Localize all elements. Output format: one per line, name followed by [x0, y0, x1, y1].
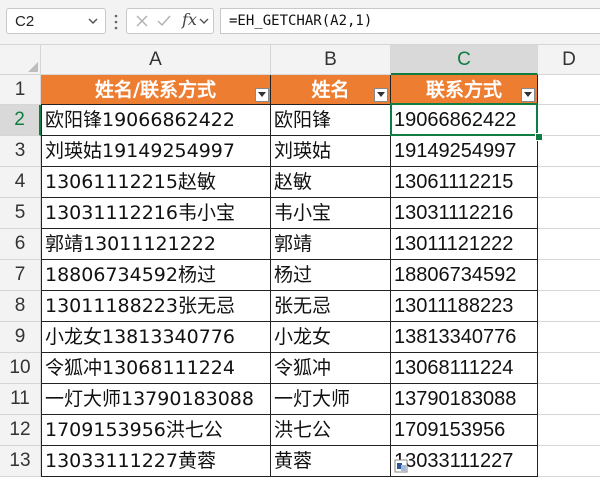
cell-b11[interactable]: 一灯大师 [271, 384, 391, 415]
cell-c2[interactable]: 19066862422 [391, 105, 538, 136]
cell-a3[interactable]: 刘瑛姑19149254997 [41, 136, 271, 167]
column-header-b[interactable]: B [271, 45, 391, 75]
cell-c8[interactable]: 13011188223 [391, 291, 538, 322]
cell-d13[interactable] [538, 446, 600, 477]
cell-d8[interactable] [538, 291, 600, 322]
cell-c10[interactable]: 13068111224 [391, 353, 538, 384]
cell-c9[interactable]: 13813340776 [391, 322, 538, 353]
more-options-icon[interactable] [113, 13, 119, 31]
filter-dropdown-c[interactable] [521, 88, 535, 102]
row-header-2[interactable]: 2 [0, 105, 41, 136]
cell-a11[interactable]: 一灯大师13790183088 [41, 384, 271, 415]
select-all-triangle-icon [28, 62, 38, 72]
header-cell-b1[interactable]: 姓名 [271, 75, 391, 105]
cell-a2[interactable]: 欧阳锋19066862422 [41, 105, 271, 136]
cell-d2[interactable] [538, 105, 600, 136]
cell-b10[interactable]: 令狐冲 [271, 353, 391, 384]
formula-input[interactable]: =EH_GETCHAR(A2,1) [220, 8, 600, 34]
cell-d3[interactable] [538, 136, 600, 167]
header-cell-a1[interactable]: 姓名/联系方式 [41, 75, 271, 105]
filter-arrow-icon [524, 92, 532, 97]
formula-controls: fx [126, 8, 214, 34]
cell-c12[interactable]: 1709153956 [391, 415, 538, 446]
cell-a8[interactable]: 13011188223张无忌 [41, 291, 271, 322]
row-header-13[interactable]: 13 [0, 446, 41, 477]
cell-b8[interactable]: 张无忌 [271, 291, 391, 322]
header-cell-c1[interactable]: 联系方式 [391, 75, 538, 105]
row-header-3[interactable]: 3 [0, 136, 41, 167]
row-header-5[interactable]: 5 [0, 198, 41, 229]
cell-c5[interactable]: 13031112216 [391, 198, 538, 229]
cell-c3[interactable]: 19149254997 [391, 136, 538, 167]
column-header-a[interactable]: A [41, 45, 271, 75]
filter-dropdown-b[interactable] [374, 88, 388, 102]
cell-d5[interactable] [538, 198, 600, 229]
select-all-corner[interactable] [0, 45, 41, 75]
cell-b7[interactable]: 杨过 [271, 260, 391, 291]
cell-a9[interactable]: 小龙女13813340776 [41, 322, 271, 353]
row-header-8[interactable]: 8 [0, 291, 41, 322]
fill-handle[interactable] [535, 133, 543, 141]
row-header-1[interactable]: 1 [0, 75, 41, 105]
column-header-d[interactable]: D [538, 45, 600, 75]
row-header-4[interactable]: 4 [0, 167, 41, 198]
cell-a5[interactable]: 13031112216韦小宝 [41, 198, 271, 229]
cell-b2[interactable]: 欧阳锋 [271, 105, 391, 136]
cell-d1[interactable] [538, 75, 600, 105]
cell-b6[interactable]: 郭靖 [271, 229, 391, 260]
cell-b9[interactable]: 小龙女 [271, 322, 391, 353]
header-label-a1: 姓名/联系方式 [95, 79, 216, 101]
row-header-9[interactable]: 9 [0, 322, 41, 353]
cell-b3[interactable]: 刘瑛姑 [271, 136, 391, 167]
filter-arrow-icon [377, 92, 385, 97]
cell-d4[interactable] [538, 167, 600, 198]
cell-a12[interactable]: 1709153956洪七公 [41, 415, 271, 446]
cell-d6[interactable] [538, 229, 600, 260]
cell-a7[interactable]: 18806734592杨过 [41, 260, 271, 291]
cell-d10[interactable] [538, 353, 600, 384]
header-label-b1: 姓名 [311, 79, 350, 101]
cell-b12[interactable]: 洪七公 [271, 415, 391, 446]
chevron-down-icon[interactable] [85, 13, 101, 29]
cell-d12[interactable] [538, 415, 600, 446]
cell-c13[interactable]: 13033111227 [391, 446, 538, 477]
name-box-value: C2 [15, 13, 35, 30]
row-header-11[interactable]: 11 [0, 384, 41, 415]
cell-d7[interactable] [538, 260, 600, 291]
enter-check-icon[interactable] [155, 12, 173, 30]
row-header-10[interactable]: 10 [0, 353, 41, 384]
filter-dropdown-a[interactable] [255, 88, 269, 102]
cell-a10[interactable]: 令狐冲13068111224 [41, 353, 271, 384]
cell-a6[interactable]: 郭靖13011121222 [41, 229, 271, 260]
row-header-6[interactable]: 6 [0, 229, 41, 260]
row-header-12[interactable]: 12 [0, 415, 41, 446]
cancel-icon[interactable] [133, 12, 151, 30]
formula-bar: C2 fx =EH_GETCHAR(A2,1) [0, 0, 600, 45]
column-header-c[interactable]: C [391, 45, 538, 75]
chevron-down-icon[interactable] [197, 14, 211, 28]
cell-c7[interactable]: 18806734592 [391, 260, 538, 291]
row-header-7[interactable]: 7 [0, 260, 41, 291]
paste-options-icon[interactable] [394, 459, 408, 473]
formula-text: =EH_GETCHAR(A2,1) [229, 13, 373, 29]
filter-arrow-icon [258, 92, 266, 97]
cell-b13[interactable]: 黄蓉 [271, 446, 391, 477]
insert-function-icon[interactable]: fx [182, 10, 197, 29]
cell-c6[interactable]: 13011121222 [391, 229, 538, 260]
cell-a4[interactable]: 13061112215赵敏 [41, 167, 271, 198]
header-label-c1: 联系方式 [425, 79, 502, 101]
cell-b5[interactable]: 韦小宝 [271, 198, 391, 229]
name-box[interactable]: C2 [6, 8, 106, 34]
cell-d11[interactable] [538, 384, 600, 415]
cell-b4[interactable]: 赵敏 [271, 167, 391, 198]
cell-a13[interactable]: 13033111227黄蓉 [41, 446, 271, 477]
cell-c4[interactable]: 13061112215 [391, 167, 538, 198]
cell-c11[interactable]: 13790183088 [391, 384, 538, 415]
cell-d9[interactable] [538, 322, 600, 353]
